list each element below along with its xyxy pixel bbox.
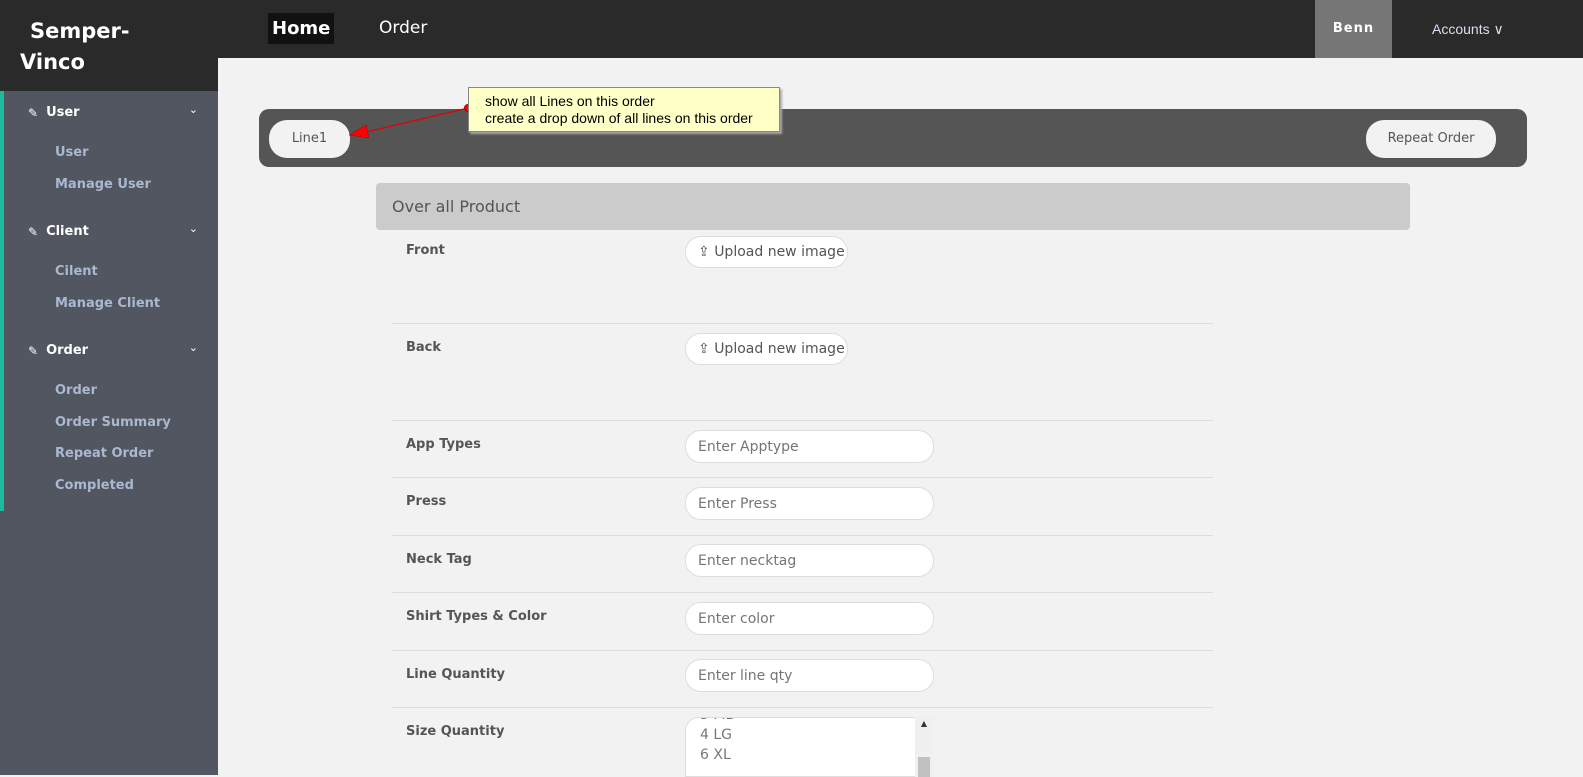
list-option[interactable]: 4 LG [686,725,932,745]
size-quantity-list[interactable]: 3 MD 4 LG 6 XL [685,717,933,777]
sidebar-group-user: ✎ User ⌄ User Manage User [4,91,218,210]
line-qty-input[interactable] [685,659,934,692]
upload-icon: ⇪ [698,341,710,357]
brand-line2: Vinco [20,50,85,74]
sidebar-item-manage-user[interactable]: Manage User [55,177,151,192]
list-scrollbar[interactable]: ▲ [915,717,933,777]
upload-front-button[interactable]: ⇪ Upload new image [685,236,848,268]
upload-back-button[interactable]: ⇪ Upload new image [685,333,848,365]
back-label: Back [406,340,442,355]
color-input[interactable] [685,602,934,635]
sidebar-item-user[interactable]: User [55,145,89,160]
nav-order[interactable]: Order [379,13,427,44]
sidebar-group-order: ✎ Order ⌄ Order Order Summary Repeat Orde… [4,329,218,493]
sidebar-group-header-client[interactable]: ✎ Client [28,224,89,239]
divider [392,650,1213,651]
sidebar-item-client[interactable]: Cilent [55,264,98,279]
upload-label: Upload new image [714,341,845,357]
nav-home[interactable]: Home [268,13,335,44]
chevron-down-icon[interactable]: ⌄ [189,222,198,235]
press-input[interactable] [685,487,934,520]
annotation-note: show all Lines on this order create a dro… [468,87,780,132]
sidebar-group-header-order[interactable]: ✎ Order [28,343,88,358]
brand-line1: Semper- [30,19,130,43]
divider [392,707,1213,708]
sidebar-item-order[interactable]: Order [55,383,97,398]
sidebar-menu: ✎ User ⌄ User Manage User ✎ Client ⌄ Cilen… [0,91,218,511]
sidebar-item-manage-client[interactable]: Manage Client [55,296,160,311]
sidebar-item-repeat-order[interactable]: Repeat Order [55,446,153,461]
chevron-down-icon[interactable]: ⌄ [189,341,198,354]
annotation-arrow [348,104,472,139]
group-title: Client [46,224,89,239]
accounts-dropdown[interactable]: Accounts ∨ [1432,0,1504,58]
scroll-thumb[interactable] [918,757,930,777]
list-option[interactable]: 3 MD [686,718,932,725]
edit-icon: ✎ [28,224,39,239]
divider [392,323,1213,324]
size-quantity-label: Size Quantity [406,724,505,739]
divider [392,535,1213,536]
divider [392,420,1213,421]
necktag-input[interactable] [685,544,934,577]
scroll-up-icon[interactable]: ▲ [915,717,933,731]
chevron-down-icon[interactable]: ⌄ [189,103,198,116]
sidebar-group-header-user[interactable]: ✎ User [28,105,80,120]
sidebar-item-order-summary[interactable]: Order Summary [55,415,171,430]
repeat-order-button[interactable]: Repeat Order [1366,120,1496,158]
front-label: Front [406,243,445,258]
annotation-line: show all Lines on this order [485,93,655,109]
line1-button[interactable]: Line1 [269,120,350,158]
sidebar-group-client: ✎ Client ⌄ Cilent Manage Client [4,210,218,329]
upload-label: Upload new image [714,244,845,260]
user-menu[interactable]: Benn [1315,0,1392,58]
group-title: User [46,105,80,120]
field-label: Neck Tag [406,552,472,567]
upload-icon: ⇪ [698,244,710,260]
field-label: Shirt Types & Color [406,609,547,624]
divider [392,477,1213,478]
field-label: Press [406,494,447,509]
sidebar-item-completed[interactable]: Completed [55,478,134,493]
edit-icon: ✎ [28,105,39,120]
annotation-line: create a drop down of all lines on this … [485,110,753,126]
edit-icon: ✎ [28,343,39,358]
divider [392,592,1213,593]
field-label: Line Quantity [406,667,506,682]
list-option[interactable]: 6 XL [686,745,932,765]
field-label: App Types [406,437,481,452]
sidebar: ✎ User ⌄ User Manage User ✎ Client ⌄ Cilen… [0,91,218,775]
brand-logo[interactable]: Semper- Vinco [0,0,218,91]
panel-header: Over all Product [376,183,1410,230]
apptype-input[interactable] [685,430,934,463]
group-title: Order [46,343,89,358]
